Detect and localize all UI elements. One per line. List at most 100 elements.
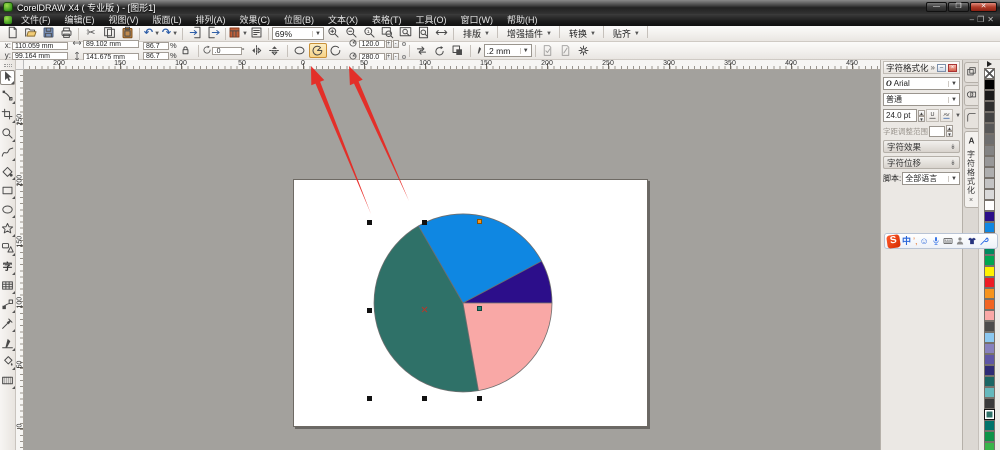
object-x-field[interactable]: 110.059 mm [12, 41, 68, 50]
copy-fill-button[interactable] [539, 43, 557, 58]
palette-color-22[interactable] [984, 310, 995, 321]
rotate-90-button[interactable] [431, 43, 449, 58]
chevron-down-icon[interactable]: ▼ [546, 31, 552, 37]
palette-color-30[interactable] [984, 398, 995, 409]
rectangle-tool-button[interactable] [0, 184, 15, 199]
ruler-origin-button[interactable] [16, 60, 24, 70]
menu-item-2[interactable]: 视图(V) [102, 15, 146, 25]
menu-item-8[interactable]: 表格(T) [365, 15, 409, 25]
object-width-field[interactable]: 89.102 mm [83, 40, 139, 48]
selection-handle[interactable] [477, 396, 482, 401]
ime-chinese-icon[interactable]: 中 [902, 236, 911, 246]
font-style-combo[interactable]: 普通 ▼ [883, 93, 960, 106]
zoom-tool-button[interactable] [0, 127, 15, 142]
font-size-field[interactable]: 24.0 pt [883, 109, 917, 122]
freehand-tool-button[interactable] [0, 146, 15, 161]
palette-color-2[interactable] [984, 90, 995, 101]
selection-handle[interactable] [422, 396, 427, 401]
ellipse-shape-button[interactable] [291, 43, 309, 58]
swap-direction-button[interactable] [413, 43, 431, 58]
smart-fill-tool-button[interactable] [0, 165, 15, 180]
ime-punct-icon[interactable]: ’, [913, 236, 918, 246]
docker-close-button[interactable]: × [948, 63, 957, 72]
palette-color-17[interactable] [984, 255, 995, 266]
zoom-page-button[interactable] [414, 26, 432, 41]
menu-item-9[interactable]: 工具(O) [409, 15, 454, 25]
palette-color-24[interactable] [984, 332, 995, 343]
kerning-icon[interactable]: AV [940, 109, 953, 122]
palette-scroll-icon[interactable] [987, 61, 992, 67]
docker-tab-2[interactable] [963, 108, 978, 129]
chevron-down-icon[interactable]: ▼ [484, 31, 490, 37]
font-family-combo[interactable]: O Arial ▼ [883, 77, 960, 90]
drawing-canvas[interactable] [24, 70, 880, 450]
close-button[interactable]: ✕ [970, 2, 997, 12]
underline-icon[interactable]: U [926, 109, 939, 122]
ime-emoji-icon[interactable]: ☺ [920, 236, 929, 246]
export-button[interactable] [204, 26, 222, 41]
polygon-tool-button[interactable] [0, 222, 15, 237]
ime-keyboard-icon[interactable] [943, 236, 953, 246]
ime-wrench-icon[interactable] [979, 236, 989, 246]
scale-h-field[interactable]: 86.7 [143, 41, 169, 50]
menu-item-0[interactable]: 文件(F) [14, 15, 58, 25]
plugin-button-2[interactable]: 转换 ▼ [563, 26, 600, 51]
menu-item-3[interactable]: 版面(L) [146, 15, 189, 25]
palette-color-0[interactable] [984, 68, 995, 79]
undo-button[interactable]: ↶ ▼ [143, 26, 161, 41]
palette-color-34[interactable] [984, 442, 995, 450]
rotation-angle-field[interactable]: .0 [211, 46, 242, 55]
palette-color-27[interactable] [984, 365, 995, 376]
settings-button[interactable] [575, 43, 593, 58]
ime-skin-icon[interactable] [967, 236, 977, 246]
palette-color-19[interactable] [984, 277, 995, 288]
docker-tab-3[interactable]: A 字符格式化 × [963, 131, 978, 208]
pie-start-angle-field[interactable]: 120.0 [358, 40, 385, 48]
pie-shape-button[interactable] [308, 43, 327, 58]
eyedropper-tool-button[interactable] [0, 317, 15, 332]
palette-color-10[interactable] [984, 178, 995, 189]
plugin-button-1[interactable]: 增强插件 ▼ [501, 26, 556, 51]
palette-color-8[interactable] [984, 156, 995, 167]
palette-color-14[interactable] [984, 222, 995, 233]
node-handle-orange[interactable] [477, 219, 482, 224]
fill-tool-button[interactable] [0, 355, 15, 370]
horizontal-ruler[interactable]: 200 150 100 50 0 50 100 150 200 250 300 350 400 450 [24, 60, 880, 70]
script-combo[interactable]: 全部语言 ▼ [902, 172, 960, 185]
palette-color-28[interactable] [984, 376, 995, 387]
docker-expand-icon[interactable]: » [931, 63, 935, 72]
chevron-down-icon[interactable]: ▼ [634, 31, 640, 37]
zoom-width-button[interactable] [432, 26, 450, 41]
vertical-ruler[interactable]: 250 200 150 100 50 0 [16, 70, 24, 450]
menu-item-5[interactable]: 效果(C) [233, 15, 278, 25]
palette-color-32[interactable] [984, 420, 995, 431]
close-icon[interactable]: × [969, 197, 973, 204]
palette-color-5[interactable] [984, 123, 995, 134]
shape-tool-button[interactable] [0, 89, 15, 104]
palette-color-20[interactable] [984, 288, 995, 299]
palette-color-33[interactable] [984, 431, 995, 442]
palette-color-25[interactable] [984, 343, 995, 354]
node-handle-teal[interactable] [477, 306, 482, 311]
save-button[interactable] [39, 26, 57, 41]
palette-color-12[interactable] [984, 200, 995, 211]
palette-color-11[interactable] [984, 189, 995, 200]
font-size-spinner[interactable]: ▲ ▼ [918, 109, 925, 122]
mirror-vertical-button[interactable] [266, 43, 284, 58]
chevron-down-icon[interactable]: ▼ [172, 31, 178, 37]
doc-minimize-button[interactable]: – [970, 15, 974, 25]
mirror-horizontal-button[interactable] [248, 43, 266, 58]
minimize-button[interactable]: — [926, 2, 947, 12]
docker-tab-1[interactable] [963, 85, 978, 106]
app-launcher-button[interactable]: ▼ [229, 26, 248, 41]
sogou-ime-bar[interactable]: S 中’, ☺ [884, 233, 998, 249]
outline-width-combo[interactable]: .2 mm ▼ [483, 44, 532, 57]
selection-handle[interactable] [367, 396, 372, 401]
palette-color-4[interactable] [984, 112, 995, 123]
palette-color-21[interactable] [984, 299, 995, 310]
object-y-field[interactable]: 99.164 mm [12, 51, 68, 60]
outline-pen-tool-button[interactable] [0, 336, 15, 351]
crop-tool-button[interactable] [0, 108, 15, 123]
arc-shape-button[interactable] [327, 43, 345, 58]
docker-minimize-button[interactable]: – [937, 63, 946, 72]
